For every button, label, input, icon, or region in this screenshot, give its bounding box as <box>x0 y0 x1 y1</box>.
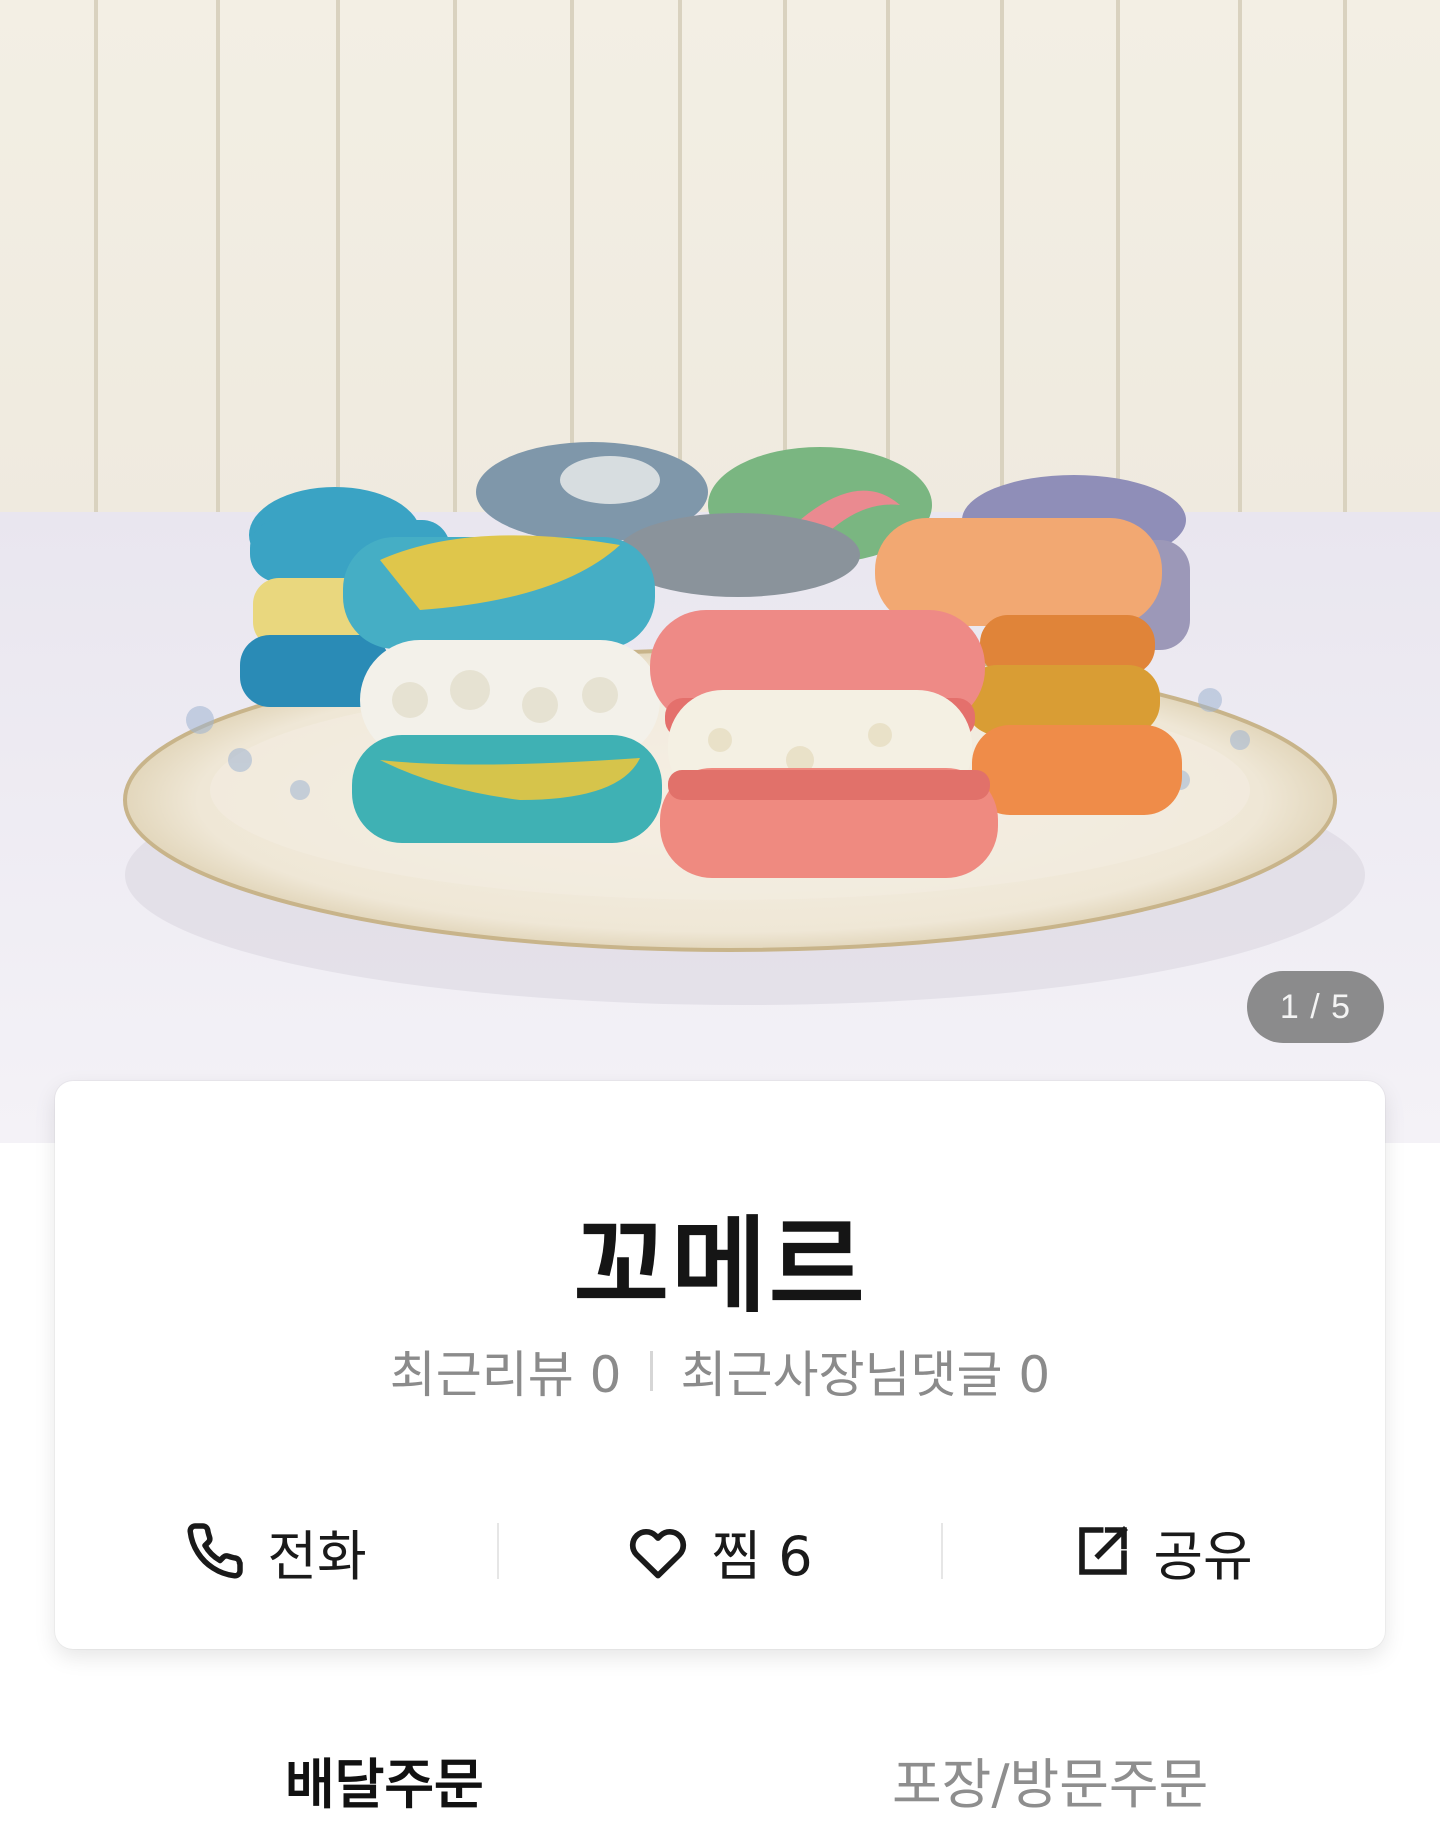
heart-icon <box>627 1522 689 1580</box>
recent-reviews-link[interactable]: 최근리뷰 0 <box>390 1335 622 1407</box>
call-button[interactable]: 전화 <box>55 1512 497 1591</box>
call-label: 전화 <box>267 1524 367 1588</box>
stats-divider <box>649 1351 653 1391</box>
tab-pickup[interactable]: 포장/방문주문 <box>892 1740 1208 1819</box>
macaron-photo <box>0 0 1440 1143</box>
store-info-card: 꼬메르 최근리뷰 0 최근사장님댓글 0 전화 찜 6 공유 <box>55 1081 1385 1649</box>
tab-delivery[interactable]: 배달주문 <box>285 1740 484 1819</box>
phone-icon <box>185 1521 245 1581</box>
share-label: 공유 <box>1153 1524 1253 1588</box>
share-button[interactable]: 공유 <box>943 1512 1385 1591</box>
order-type-tabs: 배달주문 포장/방문주문 <box>0 1740 1440 1830</box>
share-icon <box>1075 1523 1131 1579</box>
image-counter: 1 / 5 <box>1247 971 1384 1043</box>
store-actions: 전화 찜 6 공유 <box>55 1501 1385 1601</box>
store-stats: 최근리뷰 0 최근사장님댓글 0 <box>55 1335 1385 1407</box>
favorite-label: 찜 6 <box>711 1524 813 1588</box>
favorite-button[interactable]: 찜 6 <box>499 1512 941 1591</box>
owner-replies-link[interactable]: 최근사장님댓글 0 <box>681 1335 1051 1407</box>
store-name: 꼬메르 <box>573 1205 867 1327</box>
store-photo[interactable]: 1 / 5 <box>0 0 1440 1143</box>
